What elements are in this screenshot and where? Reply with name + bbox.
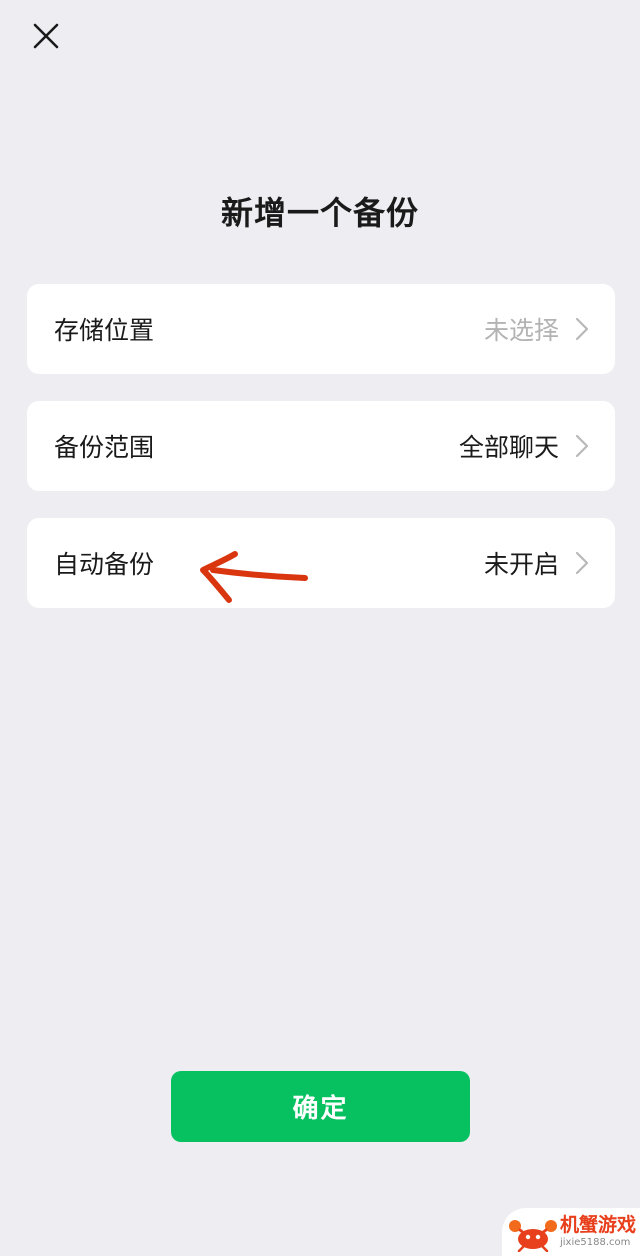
storage-location-row[interactable]: 存储位置 未选择 <box>27 284 615 374</box>
watermark-name: 机蟹游戏 <box>560 1214 637 1236</box>
backup-scope-label: 备份范围 <box>54 433 155 462</box>
page-title: 新增一个备份 <box>220 194 419 232</box>
auto-backup-value: 未开启 <box>483 550 559 579</box>
confirm-button[interactable]: 确定 <box>171 1071 470 1142</box>
watermark-url: jixie5188.com <box>560 1237 631 1248</box>
auto-backup-row[interactable]: 自动备份 未开启 <box>27 518 615 608</box>
crab-logo-icon <box>509 1220 557 1252</box>
chevron-right-icon <box>575 317 589 341</box>
storage-location-value: 未选择 <box>483 316 559 345</box>
close-button[interactable] <box>28 18 64 54</box>
storage-location-label: 存储位置 <box>54 316 155 345</box>
red-arrow-annotation <box>200 551 308 603</box>
chevron-right-icon <box>575 434 589 458</box>
chevron-right-icon <box>575 551 589 575</box>
watermark: 机蟹游戏 jixie5188.com <box>502 1208 640 1256</box>
backup-scope-row[interactable]: 备份范围 全部聊天 <box>27 401 615 491</box>
backup-scope-value: 全部聊天 <box>458 433 559 462</box>
close-icon <box>33 23 59 49</box>
